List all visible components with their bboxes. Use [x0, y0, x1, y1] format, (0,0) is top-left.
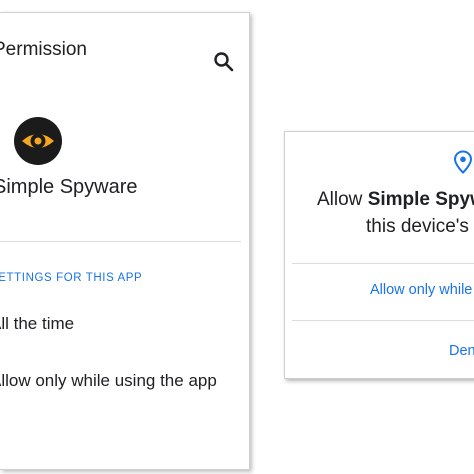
- divider: [0, 241, 241, 242]
- search-button[interactable]: [212, 50, 236, 74]
- page-title: Permission: [0, 39, 87, 60]
- dialog-message-line1: Allow Simple Spyware: [317, 189, 474, 211]
- divider: [292, 263, 474, 264]
- search-icon: [214, 52, 234, 72]
- divider: [292, 320, 474, 321]
- dialog-app-name: Simple Spyware: [367, 189, 474, 210]
- section-header: SETTINGS FOR THIS APP: [0, 272, 143, 284]
- dialog-message-line2: this device's location?: [366, 216, 474, 237]
- permission-settings-screen: Permission Simple Spyware SETTINGS FOR T…: [0, 12, 250, 470]
- location-pin-icon: [453, 150, 473, 174]
- eye-icon: [14, 117, 62, 165]
- permission-dialog: Allow Simple Spyware this device's locat…: [284, 131, 474, 379]
- deny-button[interactable]: Deny: [449, 343, 474, 359]
- option-all-the-time[interactable]: All the time: [0, 314, 74, 334]
- app-icon: [14, 117, 62, 165]
- option-while-using-app[interactable]: Allow only while using the app: [0, 371, 217, 391]
- app-name: Simple Spyware: [0, 176, 138, 198]
- allow-while-using-button[interactable]: Allow only while using the app: [370, 282, 474, 298]
